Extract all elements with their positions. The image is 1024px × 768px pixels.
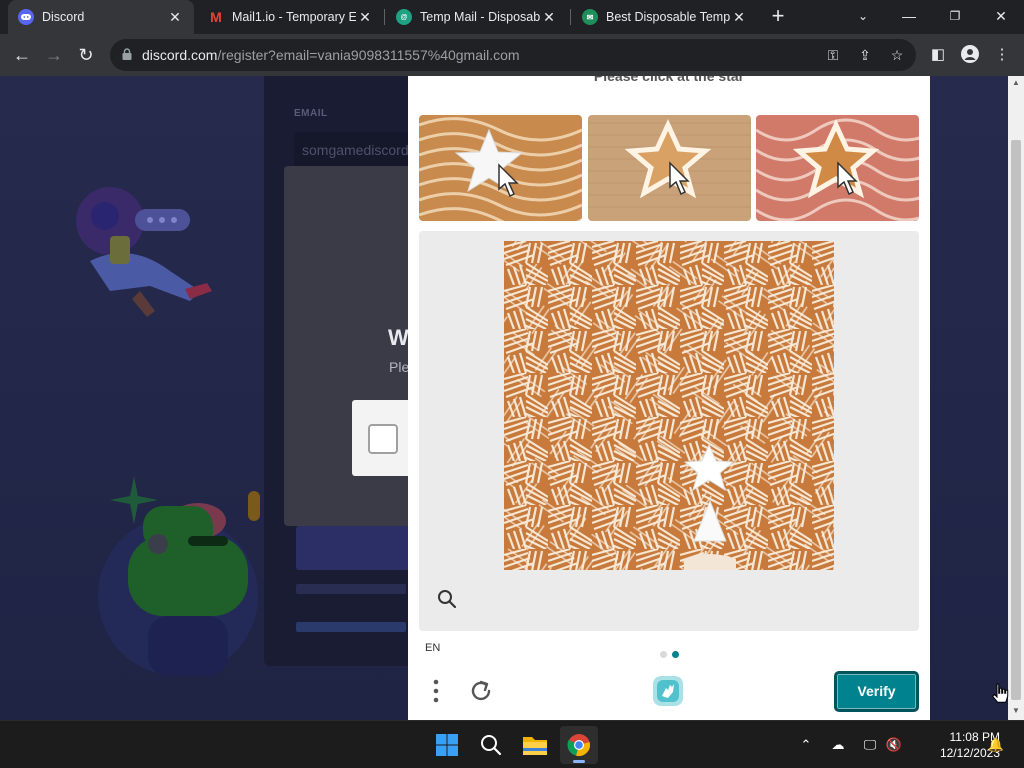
scrollbar-thumb[interactable] bbox=[1011, 140, 1021, 700]
close-tab-icon[interactable]: ✕ bbox=[166, 9, 184, 26]
url-path: /register?email=vania9098311557%40gmail.… bbox=[217, 47, 520, 63]
volume-muted-icon[interactable]: 🔇 bbox=[884, 735, 904, 755]
side-panel-icon[interactable]: ◧ bbox=[928, 45, 948, 65]
restore-button[interactable]: ❐ bbox=[932, 0, 978, 34]
challenge-image[interactable] bbox=[504, 241, 834, 570]
url-text: discord.com/register?email=vania90983115… bbox=[142, 47, 520, 63]
kebab-menu-icon[interactable]: ⋮ bbox=[992, 45, 1012, 65]
hand-cursor-icon bbox=[992, 683, 1009, 703]
tempmail-icon: @ bbox=[396, 9, 412, 25]
scroll-up-arrow-icon[interactable]: ▲ bbox=[1008, 76, 1024, 90]
minimize-button[interactable]: — bbox=[886, 0, 932, 34]
captcha-prompt: Please click at the star bbox=[593, 76, 745, 84]
share-icon[interactable]: ⇪ bbox=[856, 46, 874, 64]
gmail-icon: M bbox=[208, 9, 224, 25]
page-dot-1 bbox=[660, 651, 667, 658]
hcaptcha-logo-icon[interactable] bbox=[651, 674, 685, 708]
active-app-indicator bbox=[573, 760, 585, 763]
profile-icon[interactable] bbox=[960, 45, 980, 65]
close-tab-icon[interactable]: ✕ bbox=[540, 9, 558, 26]
chrome-taskbar-button[interactable] bbox=[560, 726, 598, 764]
illustration-creature-icon bbox=[98, 476, 260, 676]
example-image-2 bbox=[588, 115, 751, 221]
key-icon[interactable]: ⚿ bbox=[824, 46, 842, 64]
tab-title: Discord bbox=[42, 10, 85, 24]
tab-search-icon[interactable]: ⌄ bbox=[840, 0, 886, 34]
start-button[interactable] bbox=[428, 726, 466, 764]
tab-title: Temp Mail - Disposab bbox=[420, 10, 540, 24]
terms-text-placeholder bbox=[296, 584, 406, 594]
tab-temp-mail[interactable]: @ Temp Mail - Disposab ✕ bbox=[386, 0, 568, 34]
login-link-placeholder[interactable] bbox=[296, 622, 406, 632]
close-tab-icon[interactable]: ✕ bbox=[356, 9, 374, 26]
illustration-person-icon bbox=[76, 187, 212, 317]
close-tab-icon[interactable]: ✕ bbox=[730, 9, 748, 26]
email-label: EMAIL bbox=[294, 108, 328, 119]
challenge-area bbox=[419, 231, 919, 631]
network-icon[interactable]: 🖵 bbox=[860, 735, 880, 755]
page-viewport: EMAIL somgamediscord W Ple Please click … bbox=[0, 76, 1008, 720]
scroll-down-arrow-icon[interactable]: ▼ bbox=[1008, 704, 1024, 718]
modal-subtitle: Ple bbox=[389, 359, 410, 375]
windows-logo-icon bbox=[436, 734, 458, 756]
page-dot-2 bbox=[672, 651, 679, 658]
bookmark-star-icon[interactable]: ☆ bbox=[888, 46, 906, 64]
url-host: discord.com bbox=[142, 47, 218, 63]
disposable-icon: ✉ bbox=[582, 9, 598, 25]
tab-title: Best Disposable Temp bbox=[606, 10, 730, 24]
tray-overflow-chevron-icon[interactable]: ⌃ bbox=[796, 735, 816, 755]
tab-separator bbox=[570, 9, 571, 25]
notification-bell-icon[interactable]: 🔔 bbox=[986, 735, 1006, 755]
search-button[interactable] bbox=[472, 726, 510, 764]
example-image-3 bbox=[756, 115, 919, 221]
windows-taskbar: ⌃ ☁ 🖵 🔇 11:08 PM 12/12/2023 🔔 bbox=[0, 720, 1024, 768]
reload-button[interactable]: ↻ bbox=[72, 41, 100, 69]
address-bar[interactable]: discord.com/register?email=vania90983115… bbox=[110, 39, 916, 71]
tab-mail1[interactable]: M Mail1.io - Temporary E ✕ bbox=[198, 0, 384, 34]
hcaptcha-checkbox[interactable] bbox=[368, 424, 398, 454]
verify-button[interactable]: Verify bbox=[834, 671, 919, 712]
page-scrollbar[interactable]: ▲ ▼ bbox=[1008, 76, 1024, 720]
file-explorer-button[interactable] bbox=[516, 726, 554, 764]
tab-discord[interactable]: Discord ✕ bbox=[8, 0, 194, 34]
language-selector[interactable]: EN bbox=[425, 642, 440, 654]
forward-button[interactable]: → bbox=[40, 41, 68, 69]
search-icon bbox=[481, 735, 502, 756]
modal-title: W bbox=[388, 325, 409, 350]
chrome-icon bbox=[567, 734, 590, 756]
tab-title: Mail1.io - Temporary E bbox=[232, 10, 356, 24]
refresh-icon[interactable] bbox=[466, 676, 496, 706]
back-button[interactable]: ← bbox=[8, 41, 36, 69]
browser-toolbar: ← → ↻ discord.com/register?email=vania90… bbox=[0, 34, 1024, 76]
example-image-1 bbox=[419, 115, 582, 221]
lock-icon bbox=[122, 48, 132, 60]
discord-icon bbox=[18, 9, 34, 25]
page-indicator bbox=[660, 645, 684, 663]
captcha-challenge-panel: Please click at the star EN Verify bbox=[408, 76, 930, 720]
folder-icon bbox=[523, 737, 547, 755]
tab-separator bbox=[384, 9, 385, 25]
new-tab-button[interactable]: + bbox=[766, 4, 790, 28]
browser-tab-strip: Discord ✕ M Mail1.io - Temporary E ✕ @ T… bbox=[0, 0, 1024, 34]
close-window-button[interactable]: ✕ bbox=[978, 0, 1024, 34]
tab-best-disposable[interactable]: ✉ Best Disposable Temp ✕ bbox=[572, 0, 758, 34]
zoom-search-icon[interactable] bbox=[437, 589, 457, 609]
cloud-offline-icon[interactable]: ☁ bbox=[828, 735, 848, 755]
menu-dots-icon[interactable] bbox=[426, 676, 446, 706]
